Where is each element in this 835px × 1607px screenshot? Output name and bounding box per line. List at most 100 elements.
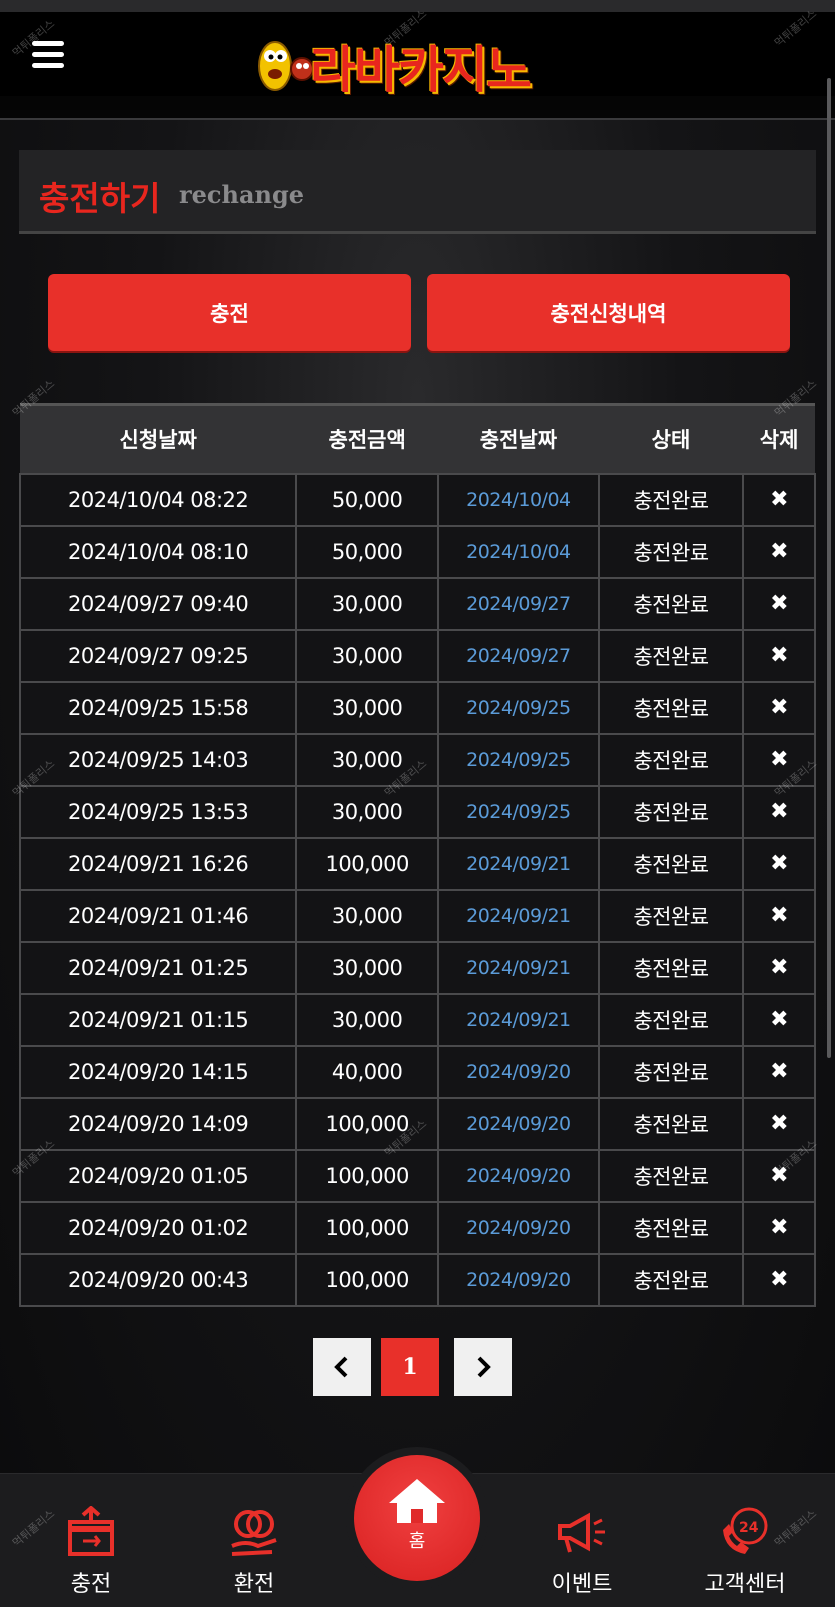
table-row: 2024/09/21 01:15 30,000 2024/09/21 충전완료 ✖ [18, 992, 816, 1047]
cell-status: 충전완료 [597, 940, 745, 995]
delete-button[interactable]: ✖ [742, 992, 816, 1047]
cell-charge-date: 2024/09/27 [437, 628, 600, 683]
cell-amount: 100,000 [295, 1252, 440, 1307]
cell-status: 충전완료 [597, 524, 745, 579]
home-icon [389, 1479, 445, 1523]
cell-status: 충전완료 [597, 576, 745, 631]
cell-status: 충전완료 [597, 1096, 745, 1151]
cell-request-date: 2024/09/20 14:09 [18, 1096, 298, 1151]
delete-button[interactable]: ✖ [742, 472, 816, 527]
cell-amount: 30,000 [295, 888, 440, 943]
cell-request-date: 2024/10/04 08:22 [18, 472, 298, 527]
pagination: 1 [313, 1338, 513, 1396]
cell-amount: 50,000 [295, 472, 440, 527]
table-row: 2024/09/21 16:26 100,000 2024/09/21 충전완료 ✖ [18, 836, 816, 891]
cell-status: 충전완료 [597, 680, 745, 735]
cell-request-date: 2024/09/20 14:15 [18, 1044, 298, 1099]
cell-request-date: 2024/09/25 13:53 [18, 784, 298, 839]
nav-exchange[interactable]: 환전 [199, 1502, 309, 1598]
cell-status: 충전완료 [597, 1148, 745, 1203]
prev-page-button[interactable] [313, 1338, 371, 1396]
delete-button[interactable]: ✖ [742, 524, 816, 579]
table-row: 2024/10/04 08:10 50,000 2024/10/04 충전완료 ✖ [18, 524, 816, 579]
cell-status: 충전완료 [597, 732, 745, 787]
cell-charge-date: 2024/10/04 [437, 472, 600, 527]
delete-button[interactable]: ✖ [742, 888, 816, 943]
coins-hand-icon [231, 1510, 277, 1556]
nav-charge-label: 충전 [70, 1572, 112, 1597]
megaphone-icon [558, 1512, 605, 1553]
nav-exchange-label: 환전 [233, 1572, 275, 1597]
scrollbar[interactable] [827, 78, 831, 1058]
cell-request-date: 2024/09/21 16:26 [18, 836, 298, 891]
col-header-status: 상태 [598, 403, 744, 474]
page-number-current[interactable]: 1 [381, 1338, 439, 1396]
table-row: 2024/09/27 09:40 30,000 2024/09/27 충전완료 ✖ [18, 576, 816, 631]
cell-amount: 30,000 [295, 784, 440, 839]
cell-charge-date: 2024/09/25 [437, 680, 600, 735]
table-row: 2024/10/04 08:22 50,000 2024/10/04 충전완료 ✖ [18, 472, 816, 527]
table-row: 2024/09/21 01:25 30,000 2024/09/21 충전완료 ✖ [18, 940, 816, 995]
cell-charge-date: 2024/09/20 [437, 1200, 600, 1255]
cell-amount: 30,000 [295, 576, 440, 631]
cell-status: 충전완료 [597, 472, 745, 527]
cell-charge-date: 2024/09/20 [437, 1096, 600, 1151]
nav-home-button[interactable]: 홈 [354, 1455, 480, 1581]
table-row: 2024/09/20 01:02 100,000 2024/09/20 충전완료 ✖ [18, 1200, 816, 1255]
delete-button[interactable]: ✖ [742, 1044, 816, 1099]
brand-name: 라바카지노 [310, 41, 532, 99]
phone-24-icon: 24 [723, 1507, 768, 1554]
cell-amount: 30,000 [295, 680, 440, 735]
cell-status: 충전완료 [597, 784, 745, 839]
delete-button[interactable]: ✖ [742, 1252, 816, 1307]
cell-request-date: 2024/09/25 14:03 [18, 732, 298, 787]
table-row: 2024/09/20 01:05 100,000 2024/09/20 충전완료 ✖ [18, 1148, 816, 1203]
cell-amount: 100,000 [295, 836, 440, 891]
delete-button[interactable]: ✖ [742, 628, 816, 683]
cell-charge-date: 2024/09/21 [437, 888, 600, 943]
cell-charge-date: 2024/09/20 [437, 1044, 600, 1099]
cell-charge-date: 2024/09/21 [437, 940, 600, 995]
cell-amount: 30,000 [295, 628, 440, 683]
cell-request-date: 2024/09/21 01:46 [18, 888, 298, 943]
table-row: 2024/09/20 14:15 40,000 2024/09/20 충전완료 ✖ [18, 1044, 816, 1099]
nav-event[interactable]: 이벤트 [527, 1502, 637, 1598]
table-row: 2024/09/25 15:58 30,000 2024/09/25 충전완료 ✖ [18, 680, 816, 735]
charge-history-button[interactable]: 충전신청내역 [427, 274, 790, 351]
cell-status: 충전완료 [597, 1044, 745, 1099]
delete-button[interactable]: ✖ [742, 1200, 816, 1255]
cell-charge-date: 2024/09/25 [437, 732, 600, 787]
table-row: 2024/09/25 13:53 30,000 2024/09/25 충전완료 ✖ [18, 784, 816, 839]
cell-charge-date: 2024/09/20 [437, 1252, 600, 1307]
cell-amount: 50,000 [295, 524, 440, 579]
table-row: 2024/09/21 01:46 30,000 2024/09/21 충전완료 ✖ [18, 888, 816, 943]
cell-status: 충전완료 [597, 628, 745, 683]
cell-request-date: 2024/09/21 01:15 [18, 992, 298, 1047]
cell-request-date: 2024/09/20 01:02 [18, 1200, 298, 1255]
nav-home-label: 홈 [408, 1531, 426, 1552]
delete-button[interactable]: ✖ [742, 836, 816, 891]
delete-button[interactable]: ✖ [742, 680, 816, 735]
cell-amount: 30,000 [295, 940, 440, 995]
cell-amount: 40,000 [295, 1044, 440, 1099]
table-row: 2024/09/20 00:43 100,000 2024/09/20 충전완료 ✖ [18, 1252, 816, 1307]
page-title-panel: 충전하기 rechange [19, 150, 816, 234]
charge-button[interactable]: 충전 [48, 274, 411, 351]
charge-history-table: 신청날짜 충전금액 충전날짜 상태 삭제 2024/10/04 08:22 50,… [18, 403, 816, 1307]
nav-support[interactable]: 24 고객센터 [690, 1502, 800, 1598]
delete-button[interactable]: ✖ [742, 576, 816, 631]
brand-logo[interactable]: 라바카지노 [245, 24, 590, 99]
cell-status: 충전완료 [597, 836, 745, 891]
deposit-box-icon [68, 1506, 114, 1556]
col-header-request-date: 신청날짜 [20, 403, 297, 474]
next-page-button[interactable] [454, 1338, 512, 1396]
chevron-right-icon [477, 1356, 491, 1378]
cell-status: 충전완료 [597, 1252, 745, 1307]
page-title: 충전하기 [39, 179, 161, 218]
cell-request-date: 2024/09/25 15:58 [18, 680, 298, 735]
chevron-left-icon [334, 1356, 348, 1378]
delete-button[interactable]: ✖ [742, 940, 816, 995]
cell-amount: 30,000 [295, 992, 440, 1047]
cell-charge-date: 2024/09/25 [437, 784, 600, 839]
cell-charge-date: 2024/09/21 [437, 836, 600, 891]
